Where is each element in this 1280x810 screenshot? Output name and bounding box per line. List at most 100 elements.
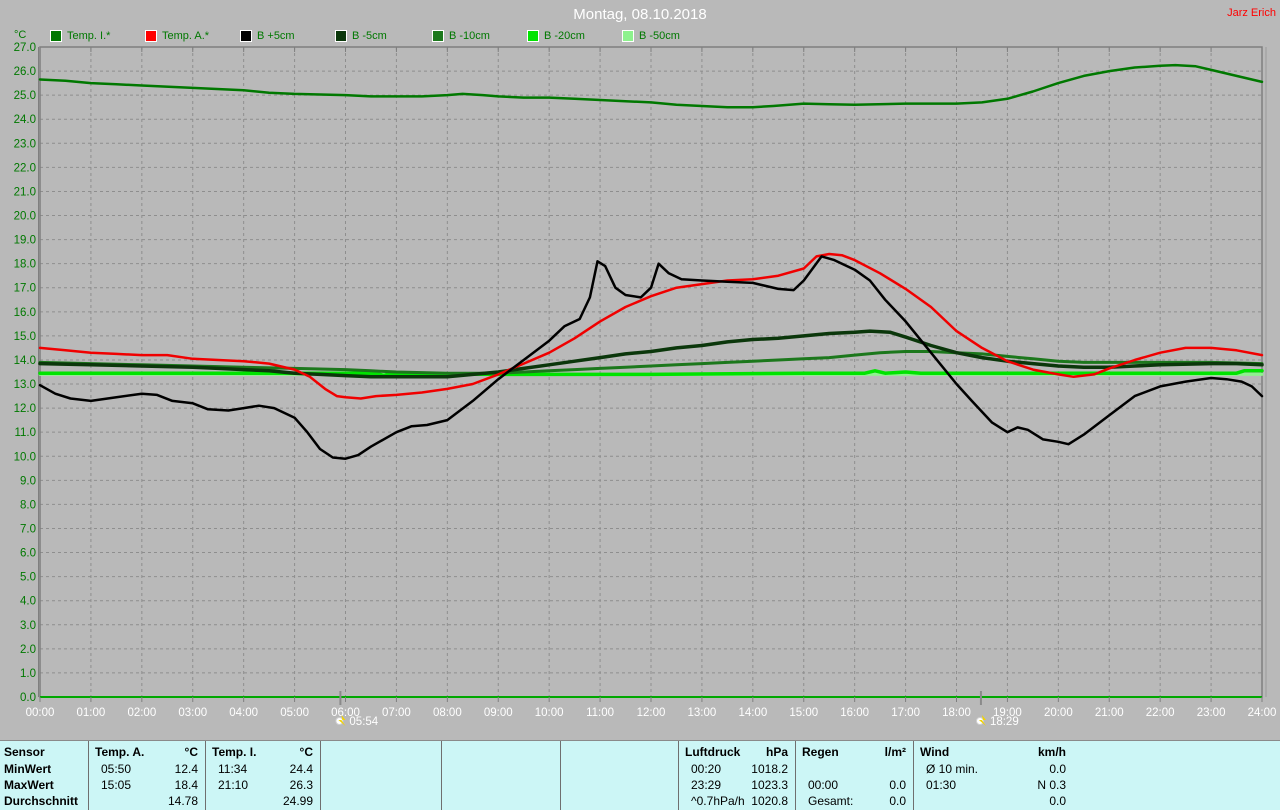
- x-tick-label: 20:00: [1044, 707, 1073, 719]
- stats-row-label: MinWert: [4, 762, 52, 776]
- stats-group-empty: [320, 741, 442, 810]
- stats-cell-time: 11:34: [218, 762, 248, 776]
- y-tick-label: 14.0: [14, 355, 36, 367]
- stats-group-unit: °C: [299, 745, 313, 759]
- stats-cell-value: 0.0: [889, 778, 906, 792]
- x-tick-label: 18:00: [942, 707, 971, 719]
- stats-cell-value: 1023.3: [751, 778, 788, 792]
- x-tick-label: 10:00: [535, 707, 564, 719]
- y-tick-label: 13.0: [14, 379, 36, 391]
- stats-row-label: Durchschnitt: [4, 794, 79, 808]
- stats-group-luftdruck: Luftdruck hPa 00:20 1018.2 23:29 1023.3 ^0.7hP…: [678, 741, 796, 810]
- stats-cell-value: 1020.8: [751, 794, 788, 808]
- y-tick-label: 7.0: [20, 523, 36, 535]
- stats-cell-value: 18.4: [174, 778, 198, 792]
- sunrise-time-label: 05:54: [349, 716, 378, 728]
- stats-cell-value: 0.0: [889, 794, 906, 808]
- stats-cell-time: 05:50: [101, 762, 132, 776]
- y-tick-label: 25.0: [14, 90, 36, 102]
- x-tick-label: 21:00: [1095, 707, 1124, 719]
- stats-cell-time: [567, 778, 573, 793]
- stats-group-name: Temp. A.: [95, 745, 145, 759]
- y-tick-label: 27.0: [14, 42, 36, 54]
- x-tick-label: 22:00: [1146, 707, 1175, 719]
- stats-group-wind: Wind km/h Ø 10 min. 0.0 01:30 N 0.3 0.0: [913, 741, 1074, 810]
- y-tick-label: 20.0: [14, 211, 36, 223]
- stats-group-regen: Regen l/m² 00:00 0.0 Gesamt: 0.0: [795, 741, 914, 810]
- y-tick-label: 19.0: [14, 235, 36, 247]
- y-tick-label: 9.0: [20, 475, 36, 487]
- x-tick-label: 14:00: [738, 707, 767, 719]
- stats-row-label: Sensor: [4, 745, 45, 759]
- x-tick-label: 00:00: [26, 707, 55, 719]
- x-tick-label: 02:00: [127, 707, 156, 719]
- stats-cell-value: 0.0: [1049, 762, 1066, 776]
- stats-cell-value: 0.0: [1049, 794, 1066, 808]
- stats-cell-value: 24.99: [282, 794, 313, 808]
- sunset-time-label: 18:29: [990, 716, 1019, 728]
- x-tick-label: 05:00: [280, 707, 309, 719]
- stats-cell-time: [567, 762, 573, 777]
- stats-group-empty: [441, 741, 561, 810]
- y-tick-label: 1.0: [20, 668, 36, 680]
- series-b-+5cm-line: [38, 255, 1264, 460]
- y-tick-label: 0.0: [20, 692, 36, 704]
- stats-group-temp-i-: Temp. I. °C 11:34 24.4 21:10 26.3 24.99: [205, 741, 321, 810]
- stats-group-name: Temp. I.: [212, 745, 257, 759]
- stats-cell-time: [327, 794, 333, 809]
- stats-group-name: Luftdruck: [685, 745, 741, 759]
- y-tick-label: 18.0: [14, 259, 36, 271]
- chart-canvas: 0.0 1.0 2.0 3.0 4.0 5.0 6.0 7.0 8.0 9.0 10.0 11.0 12…: [14, 42, 1277, 728]
- stats-cell-time: Gesamt:: [808, 794, 854, 808]
- y-tick-label: 24.0: [14, 114, 36, 126]
- y-tick-label: 10.0: [14, 451, 36, 463]
- y-tick-label: 17.0: [14, 283, 36, 295]
- stats-cell-value: 12.4: [174, 762, 198, 776]
- y-tick-label: 23.0: [14, 138, 36, 150]
- stats-cell-value: 26.3: [289, 778, 313, 792]
- stats-cell-time: 15:05: [101, 778, 132, 792]
- stats-cell-time: [448, 794, 454, 809]
- weather-app-window: Montag, 08.10.2018 Jarz Erich °C Temp. I…: [0, 0, 1280, 810]
- x-tick-label: 16:00: [840, 707, 869, 719]
- stats-cell-time: [567, 794, 573, 809]
- y-tick-label: 4.0: [20, 596, 36, 608]
- x-tick-label: 17:00: [891, 707, 920, 719]
- y-tick-label: 6.0: [20, 548, 36, 560]
- stats-cell-value: 1018.2: [751, 762, 788, 776]
- y-tick-label: 12.0: [14, 403, 36, 415]
- stats-cell-time: [448, 778, 454, 793]
- stats-group-name: Wind: [920, 745, 950, 759]
- stats-cell-time: [802, 762, 808, 777]
- stats-group-unit: hPa: [765, 745, 788, 759]
- stats-cell-time: [95, 794, 101, 809]
- stats-cell-time: [327, 778, 333, 793]
- y-tick-label: 3.0: [20, 620, 36, 632]
- stats-group-temp-a-: Temp. A. °C 05:50 12.4 15:05 18.4 14.78: [88, 741, 206, 810]
- y-tick-label: 26.0: [14, 66, 36, 78]
- stats-cell-time: [327, 762, 333, 777]
- y-tick-label: 2.0: [20, 644, 36, 656]
- stats-cell-time: 01:30: [926, 778, 957, 792]
- y-tick-label: 5.0: [20, 572, 36, 584]
- stats-group-unit: °C: [184, 745, 198, 759]
- y-tick-label: 16.0: [14, 307, 36, 319]
- x-tick-label: 24:00: [1248, 707, 1277, 719]
- stats-group-unit: l/m²: [884, 745, 906, 759]
- stats-cell-time: ^0.7hPa/h: [691, 794, 745, 808]
- y-tick-label: 15.0: [14, 331, 36, 343]
- stats-cell-time: 21:10: [218, 778, 249, 792]
- y-tick-label: 8.0: [20, 499, 36, 511]
- stats-group-empty: [560, 741, 679, 810]
- x-tick-label: 08:00: [433, 707, 462, 719]
- x-tick-label: 23:00: [1197, 707, 1226, 719]
- stats-cell-time: 23:29: [691, 778, 722, 792]
- stats-table: Sensor MinWert MaxWert Durchschnitt Temp. A…: [0, 740, 1280, 810]
- stats-group-name: Regen: [802, 745, 839, 759]
- x-tick-label: 11:00: [586, 707, 614, 719]
- stats-cell-time: 00:00: [808, 778, 839, 792]
- stats-row-labels: Sensor MinWert MaxWert Durchschnitt: [4, 741, 88, 810]
- stats-cell-time: [448, 762, 454, 777]
- stats-cell-time: [920, 794, 926, 809]
- stats-cell-time: Ø 10 min.: [926, 762, 979, 776]
